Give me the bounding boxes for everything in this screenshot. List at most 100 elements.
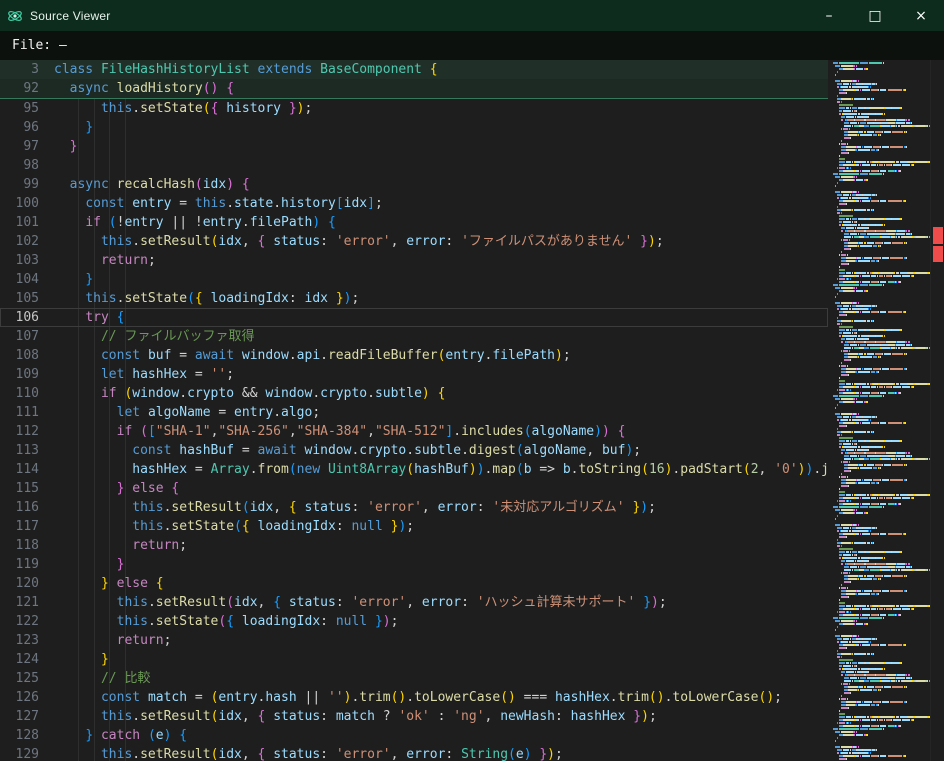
code-line[interactable]: 92 async loadHistory() { [0,79,828,98]
code-line[interactable]: 107 // ファイルバッファ取得 [0,327,828,346]
code-line[interactable]: 111 let algoName = entry.algo; [0,403,828,422]
line-number[interactable]: 126 [0,688,54,707]
close-button[interactable]: × [898,0,944,31]
code-line[interactable]: 108 const buf = await window.api.readFil… [0,346,828,365]
code-line[interactable]: 127 this.setResult(idx, { status: match … [0,707,828,726]
line-number[interactable]: 115 [0,479,54,498]
code-token [847,452,854,454]
line-number[interactable]: 107 [0,327,54,346]
line-number[interactable]: 105 [0,289,54,308]
code-token [312,62,320,77]
code-line[interactable]: 126 const match = (entry.hash || '').tri… [0,688,828,707]
line-number[interactable]: 112 [0,422,54,441]
line-number[interactable]: 119 [0,555,54,574]
code-line[interactable]: 128 } catch (e) { [0,726,828,745]
line-number[interactable]: 104 [0,270,54,289]
code-line[interactable]: 97 } [0,137,828,156]
line-number[interactable]: 121 [0,593,54,612]
code-line[interactable]: 98 [0,156,828,175]
app-window: Source Viewer – □ × File: – 3class FileH… [0,0,944,761]
line-number[interactable]: 125 [0,669,54,688]
code-token [841,287,853,289]
code-line[interactable]: 118 return; [0,536,828,555]
line-number[interactable]: 106 [0,308,54,327]
line-number[interactable]: 95 [0,99,54,118]
code-line[interactable]: 125 // 比較 [0,669,828,688]
code-line[interactable]: 100 const entry = this.state.history[idx… [0,194,828,213]
code-line[interactable]: 120 } else { [0,574,828,593]
line-number[interactable]: 108 [0,346,54,365]
code-line[interactable]: 121 this.setResult(idx, { status: 'error… [0,593,828,612]
code-line[interactable]: 106 try { [0,308,828,327]
code-line[interactable]: 3class FileHashHistoryList extends BaseC… [0,60,828,79]
code-lines[interactable]: 95 this.setState({ history });96 }97 }98… [0,99,828,761]
line-number[interactable]: 129 [0,745,54,761]
code-line[interactable]: 114 hashHex = Array.from(new Uint8Array(… [0,460,828,479]
code-line[interactable]: 117 this.setState({ loadingIdx: null }); [0,517,828,536]
line-number[interactable]: 110 [0,384,54,403]
window-titlebar[interactable]: Source Viewer – □ × [0,0,944,31]
line-number[interactable]: 124 [0,650,54,669]
line-number[interactable]: 92 [0,79,54,98]
code-token [847,482,855,484]
line-number[interactable]: 113 [0,441,54,460]
line-number[interactable]: 111 [0,403,54,422]
code-token [873,368,880,370]
line-number[interactable]: 128 [0,726,54,745]
line-number[interactable]: 97 [0,137,54,156]
code-line[interactable]: 95 this.setState({ history }); [0,99,828,118]
code-token [854,98,865,100]
code-line[interactable]: 112 if (["SHA-1","SHA-256","SHA-384","SH… [0,422,828,441]
code-line[interactable]: 116 this.setResult(idx, { status: 'error… [0,498,828,517]
code-text: this.setState({ history }); [54,99,312,118]
code-line[interactable]: 119 } [0,555,828,574]
line-number[interactable]: 99 [0,175,54,194]
line-number[interactable]: 123 [0,631,54,650]
scrollbar[interactable] [930,60,944,761]
code-line[interactable]: 101 if (!entry || !entry.filePath) { [0,213,828,232]
code-line[interactable]: 96 } [0,118,828,137]
code-token: } [640,234,648,249]
line-number[interactable]: 103 [0,251,54,270]
code-text [833,76,836,77]
code-line[interactable]: 123 return; [0,631,828,650]
code-token [841,362,842,364]
line-number[interactable]: 3 [0,60,54,79]
line-number[interactable]: 118 [0,536,54,555]
maximize-button[interactable]: □ [852,0,898,31]
code-token [890,479,904,481]
code-token [917,347,925,349]
line-number[interactable]: 98 [0,156,54,175]
line-number[interactable]: 96 [0,118,54,137]
line-number[interactable]: 101 [0,213,54,232]
line-number[interactable]: 120 [0,574,54,593]
code-line[interactable]: 105 this.setState({ loadingIdx: idx }); [0,289,828,308]
line-number[interactable]: 122 [0,612,54,631]
code-line[interactable]: 99 async recalcHash(idx) { [0,175,828,194]
minimap[interactable] [828,60,930,761]
code-token [858,260,869,262]
line-number[interactable]: 109 [0,365,54,384]
code-token [54,177,70,192]
code-line[interactable]: 110 if (window.crypto && window.crypto.s… [0,384,828,403]
line-number[interactable]: 116 [0,498,54,517]
code-line[interactable]: 113 const hashBuf = await window.crypto.… [0,441,828,460]
code-line[interactable]: 129 this.setResult(idx, { status: 'error… [0,745,828,761]
code-token: ) [651,595,659,610]
line-number[interactable]: 117 [0,517,54,536]
line-number[interactable]: 114 [0,460,54,479]
line-number[interactable]: 127 [0,707,54,726]
code-line[interactable]: 115 } else { [0,479,828,498]
code-line[interactable]: 124 } [0,650,828,669]
code-token [849,134,857,136]
code-pane[interactable]: 3class FileHashHistoryList extends BaseC… [0,60,828,761]
code-line[interactable]: 104 } [0,270,828,289]
line-number[interactable]: 100 [0,194,54,213]
code-line[interactable]: 103 return; [0,251,828,270]
sticky-scroll[interactable]: 3class FileHashHistoryList extends BaseC… [0,60,828,99]
code-line[interactable]: 102 this.setResult(idx, { status: 'error… [0,232,828,251]
line-number[interactable]: 102 [0,232,54,251]
minimize-button[interactable]: – [806,0,852,31]
code-line[interactable]: 109 let hashHex = ''; [0,365,828,384]
code-line[interactable]: 122 this.setState({ loadingIdx: null }); [0,612,828,631]
